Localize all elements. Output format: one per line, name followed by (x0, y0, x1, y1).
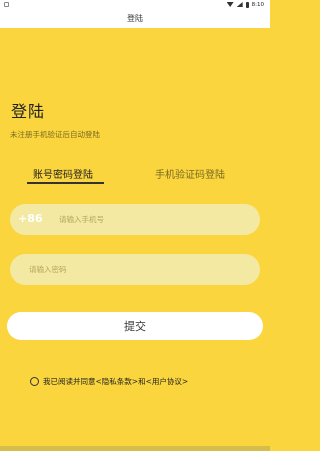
status-time: 8:10 (251, 1, 264, 8)
status-icons: 8:10 (226, 0, 264, 9)
bottom-bar (0, 446, 270, 451)
app-notification-icon (4, 2, 9, 7)
title-bar-title: 登陆 (127, 14, 143, 23)
password-input[interactable] (29, 254, 249, 285)
phone-field[interactable]: +86 (10, 204, 260, 235)
status-bar: 8:10 (0, 0, 270, 9)
submit-button[interactable]: 提交 (7, 312, 263, 340)
phone-input[interactable] (59, 204, 249, 235)
country-code-selector[interactable]: +86 (18, 212, 43, 225)
password-field[interactable] (10, 254, 260, 285)
agreement-text[interactable]: 我已阅读并同意<隐私条款>和<用户协议> (43, 376, 188, 387)
title-bar: 登陆 (0, 9, 270, 28)
page-subtitle: 未注册手机验证后自动登陆 (10, 130, 100, 139)
agreement-row[interactable]: 我已阅读并同意<隐私条款>和<用户协议> (30, 375, 188, 387)
wifi-icon (226, 2, 234, 7)
battery-icon (245, 1, 249, 8)
agreement-checkbox[interactable] (30, 376, 39, 386)
active-tab-indicator (27, 182, 104, 184)
signal-icon (236, 2, 243, 7)
tab-account-password-login[interactable]: 账号密码登陆 (33, 166, 93, 181)
tab-sms-code-login[interactable]: 手机验证码登陆 (155, 166, 225, 181)
page-title: 登陆 (11, 102, 46, 121)
